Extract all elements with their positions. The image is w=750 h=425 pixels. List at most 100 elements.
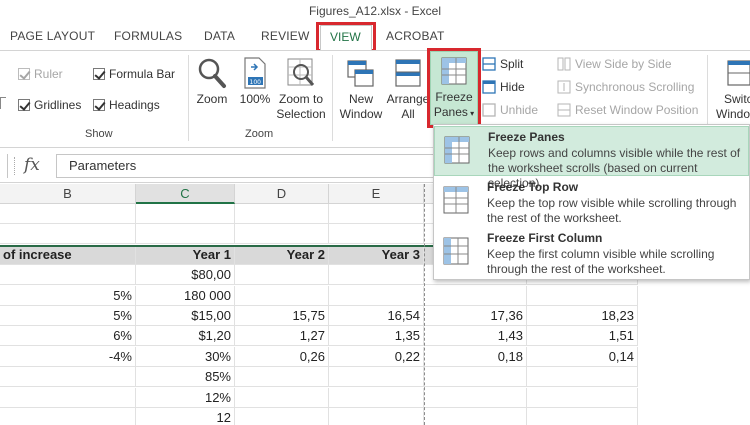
grid-cell[interactable]: [329, 204, 424, 224]
hide-icon: [482, 80, 496, 94]
grid-cell[interactable]: $15,00: [136, 306, 235, 326]
grid-cell[interactable]: [527, 285, 638, 306]
grid-cell[interactable]: [235, 367, 329, 388]
switch-windows-icon: [727, 60, 750, 86]
freeze-panes-button[interactable]: Freeze Panes ▾: [430, 51, 478, 125]
grid-cell[interactable]: 0,14: [527, 346, 638, 367]
grid-cell[interactable]: [329, 367, 424, 388]
sync-scroll-icon: [557, 80, 571, 94]
grid-cell[interactable]: -4%: [0, 346, 136, 367]
switch-windows-button[interactable]: Switch Windows: [712, 57, 750, 122]
column-header-e[interactable]: E: [329, 184, 424, 204]
grid-cell[interactable]: 1,51: [527, 326, 638, 347]
grid-cell[interactable]: 1,35: [329, 326, 424, 347]
new-window-button[interactable]: New Window: [337, 57, 385, 122]
hide-button[interactable]: Hide: [482, 80, 525, 94]
tab-acrobat[interactable]: ACROBAT: [386, 29, 445, 43]
grid-cell[interactable]: [0, 367, 136, 388]
grid-cell[interactable]: Year 1: [136, 244, 235, 265]
gridlines-checkbox[interactable]: Gridlines: [18, 98, 81, 112]
grid-cell[interactable]: [235, 387, 329, 408]
grid-cell[interactable]: 1,27: [235, 326, 329, 347]
arrange-all-icon: [395, 59, 421, 87]
tab-formulas[interactable]: FORMULAS: [114, 29, 182, 43]
split-icon: [482, 57, 496, 71]
grid-cell[interactable]: 5%: [0, 306, 136, 326]
cut-off-icon: [0, 97, 6, 109]
grid-cell[interactable]: Year 2: [235, 244, 329, 265]
arrange-all-button[interactable]: Arrange All: [386, 57, 430, 122]
menu-item-freeze-first-column[interactable]: Freeze First Column Keep the first colum…: [434, 228, 749, 278]
grid-cell[interactable]: 18,23: [527, 306, 638, 326]
grid-cell[interactable]: 0,18: [424, 346, 527, 367]
grid-cell[interactable]: [0, 204, 136, 224]
grid-cell[interactable]: [235, 285, 329, 306]
grid-cell[interactable]: [0, 265, 136, 286]
name-box[interactable]: [0, 154, 8, 178]
grid-cell[interactable]: 1,43: [424, 326, 527, 347]
grid-cell[interactable]: 17,36: [424, 306, 527, 326]
tab-review[interactable]: REVIEW: [261, 29, 310, 43]
menu-item-freeze-top-row[interactable]: Freeze Top Row Keep the top row visible …: [434, 177, 749, 227]
tab-view[interactable]: VIEW: [316, 22, 376, 52]
grid-cell[interactable]: 12%: [136, 387, 235, 408]
grid-cell[interactable]: [527, 367, 638, 388]
freeze-panes-menu-icon: [444, 136, 470, 164]
unhide-button[interactable]: Unhide: [482, 103, 538, 117]
grid-cell[interactable]: [424, 285, 527, 306]
tab-view-label: VIEW: [330, 30, 361, 44]
side-by-side-icon: [557, 57, 571, 71]
grid-cell[interactable]: 30%: [136, 346, 235, 367]
grid-cell[interactable]: Year 3: [329, 244, 424, 265]
grid-cell[interactable]: [329, 408, 424, 425]
grid-cell[interactable]: [136, 204, 235, 224]
grid-cell[interactable]: 0,26: [235, 346, 329, 367]
zoom-100-button[interactable]: 100 100%: [238, 57, 272, 107]
grid-cell[interactable]: [329, 285, 424, 306]
column-header-c[interactable]: C: [136, 184, 235, 204]
fx-icon[interactable]: fx: [24, 155, 40, 175]
grid-cell[interactable]: [527, 408, 638, 425]
split-button[interactable]: Split: [482, 57, 523, 71]
grid-cell[interactable]: [329, 387, 424, 408]
headings-checkbox[interactable]: Headings: [93, 98, 160, 112]
menu-item-freeze-panes[interactable]: Freeze Panes Keep rows and columns visib…: [434, 126, 749, 190]
grid-cell[interactable]: of increase: [0, 244, 136, 265]
column-header-b[interactable]: B: [0, 184, 136, 204]
grid-cell[interactable]: [235, 408, 329, 425]
grid-cell[interactable]: 0,22: [329, 346, 424, 367]
grid-cell[interactable]: [329, 265, 424, 286]
grid-cell[interactable]: 15,75: [235, 306, 329, 326]
grid-cell[interactable]: [0, 408, 136, 425]
zoom-100-icon: 100: [244, 57, 266, 89]
formula-bar-checkbox[interactable]: Formula Bar: [93, 67, 175, 81]
grid-cell[interactable]: [235, 265, 329, 286]
grid-cell[interactable]: [424, 387, 527, 408]
grid-cell[interactable]: [235, 224, 329, 245]
grid-cell[interactable]: $80,00: [136, 265, 235, 286]
synchronous-scrolling-button[interactable]: Synchronous Scrolling: [557, 80, 694, 94]
reset-window-position-button[interactable]: Reset Window Position: [557, 103, 698, 117]
tab-data[interactable]: DATA: [204, 29, 235, 43]
grid-cell[interactable]: $1,20: [136, 326, 235, 347]
grid-cell[interactable]: [0, 387, 136, 408]
grid-cell[interactable]: [0, 224, 136, 245]
ruler-checkbox[interactable]: Ruler: [18, 67, 63, 81]
grid-cell[interactable]: [136, 224, 235, 245]
grid-cell[interactable]: [424, 367, 527, 388]
grid-cell[interactable]: 16,54: [329, 306, 424, 326]
grid-cell[interactable]: 12: [136, 408, 235, 425]
grid-cell[interactable]: 6%: [0, 326, 136, 347]
grid-cell[interactable]: [235, 204, 329, 224]
column-header-d[interactable]: D: [235, 184, 329, 204]
view-side-by-side-button[interactable]: View Side by Side: [557, 57, 672, 71]
grid-cell[interactable]: [329, 224, 424, 245]
grid-cell[interactable]: 180 000: [136, 285, 235, 306]
grid-cell[interactable]: [424, 408, 527, 425]
grid-cell[interactable]: 85%: [136, 367, 235, 388]
grid-cell[interactable]: 5%: [0, 285, 136, 306]
tab-page-layout[interactable]: PAGE LAYOUT: [10, 29, 95, 43]
zoom-button[interactable]: Zoom: [194, 57, 230, 107]
grid-cell[interactable]: [527, 387, 638, 408]
zoom-to-selection-button[interactable]: Zoom to Selection: [276, 57, 326, 122]
